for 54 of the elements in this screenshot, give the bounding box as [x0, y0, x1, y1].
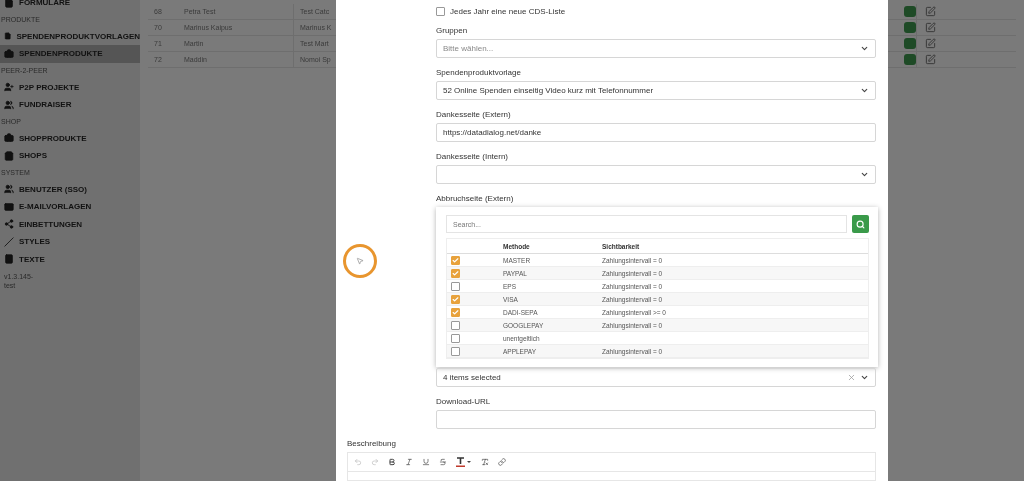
select-field[interactable]: 52 Online Spenden einseitig Video kurz mit Telefonnummer — [436, 81, 876, 100]
checkbox[interactable] — [451, 281, 460, 291]
search-icon — [856, 219, 865, 229]
field-label: Spendenproduktvorlage — [436, 68, 522, 77]
status-badge — [904, 22, 916, 33]
underline-icon[interactable] — [422, 458, 430, 466]
checkbox[interactable] — [451, 268, 460, 278]
select-field[interactable]: Bitte wählen... — [436, 39, 876, 58]
checkbox-option[interactable]: Jedes Jahr eine neue CDS-Liste — [436, 7, 876, 16]
edit-icon[interactable] — [925, 22, 936, 33]
italic-icon[interactable] — [405, 458, 413, 466]
link-icon[interactable] — [498, 458, 506, 466]
text-color-icon[interactable] — [456, 457, 472, 467]
status-badge — [904, 54, 916, 65]
search-button[interactable] — [852, 215, 869, 233]
edit-icon[interactable] — [925, 54, 936, 65]
user-plus-icon — [4, 82, 14, 93]
edit-icon[interactable] — [925, 6, 936, 17]
dropdown-caret-icon — [860, 44, 869, 53]
dropdown-caret-icon — [860, 170, 869, 179]
field-label: Dankesseite (Intern) — [436, 152, 510, 161]
field-label: Gruppen — [436, 26, 469, 35]
dropdown-caret-icon — [860, 86, 869, 95]
field-label: Abbruchseite (Extern) — [436, 194, 515, 203]
redo-icon[interactable] — [371, 458, 379, 466]
sidebar-item[interactable]: SPENDENPRODUKTE — [0, 45, 140, 63]
checkbox[interactable] — [451, 320, 460, 330]
status-badge — [904, 6, 916, 17]
input-field[interactable] — [436, 410, 876, 429]
field-label: Dankesseite (Extern) — [436, 110, 512, 119]
clear-formatting-icon[interactable] — [481, 458, 489, 466]
users-icon — [4, 184, 14, 195]
edit-icon[interactable] — [925, 38, 936, 49]
cursor-highlight-icon — [343, 244, 377, 278]
dropdown-caret-icon — [860, 373, 869, 382]
users-icon — [4, 99, 14, 110]
checkbox[interactable] — [451, 307, 460, 317]
strikethrough-icon[interactable] — [439, 458, 447, 466]
field-label: Download-URL — [436, 397, 492, 406]
undo-icon[interactable] — [354, 458, 362, 466]
clear-icon[interactable] — [847, 373, 856, 382]
checkbox[interactable] — [451, 346, 460, 356]
input-field[interactable]: https://datadialog.net/danke — [436, 123, 876, 142]
share-icon — [4, 219, 14, 230]
pen-icon — [4, 236, 14, 247]
checkbox[interactable] — [436, 7, 445, 16]
checkbox[interactable] — [451, 255, 460, 265]
status-badge — [904, 38, 916, 49]
checkbox[interactable] — [451, 333, 460, 343]
checkbox[interactable] — [451, 294, 460, 304]
field-label: Beschreibung — [347, 439, 397, 448]
select-field[interactable] — [436, 165, 876, 184]
multiselect-field[interactable]: 4 items selected — [436, 368, 876, 387]
bold-icon[interactable] — [388, 458, 396, 466]
